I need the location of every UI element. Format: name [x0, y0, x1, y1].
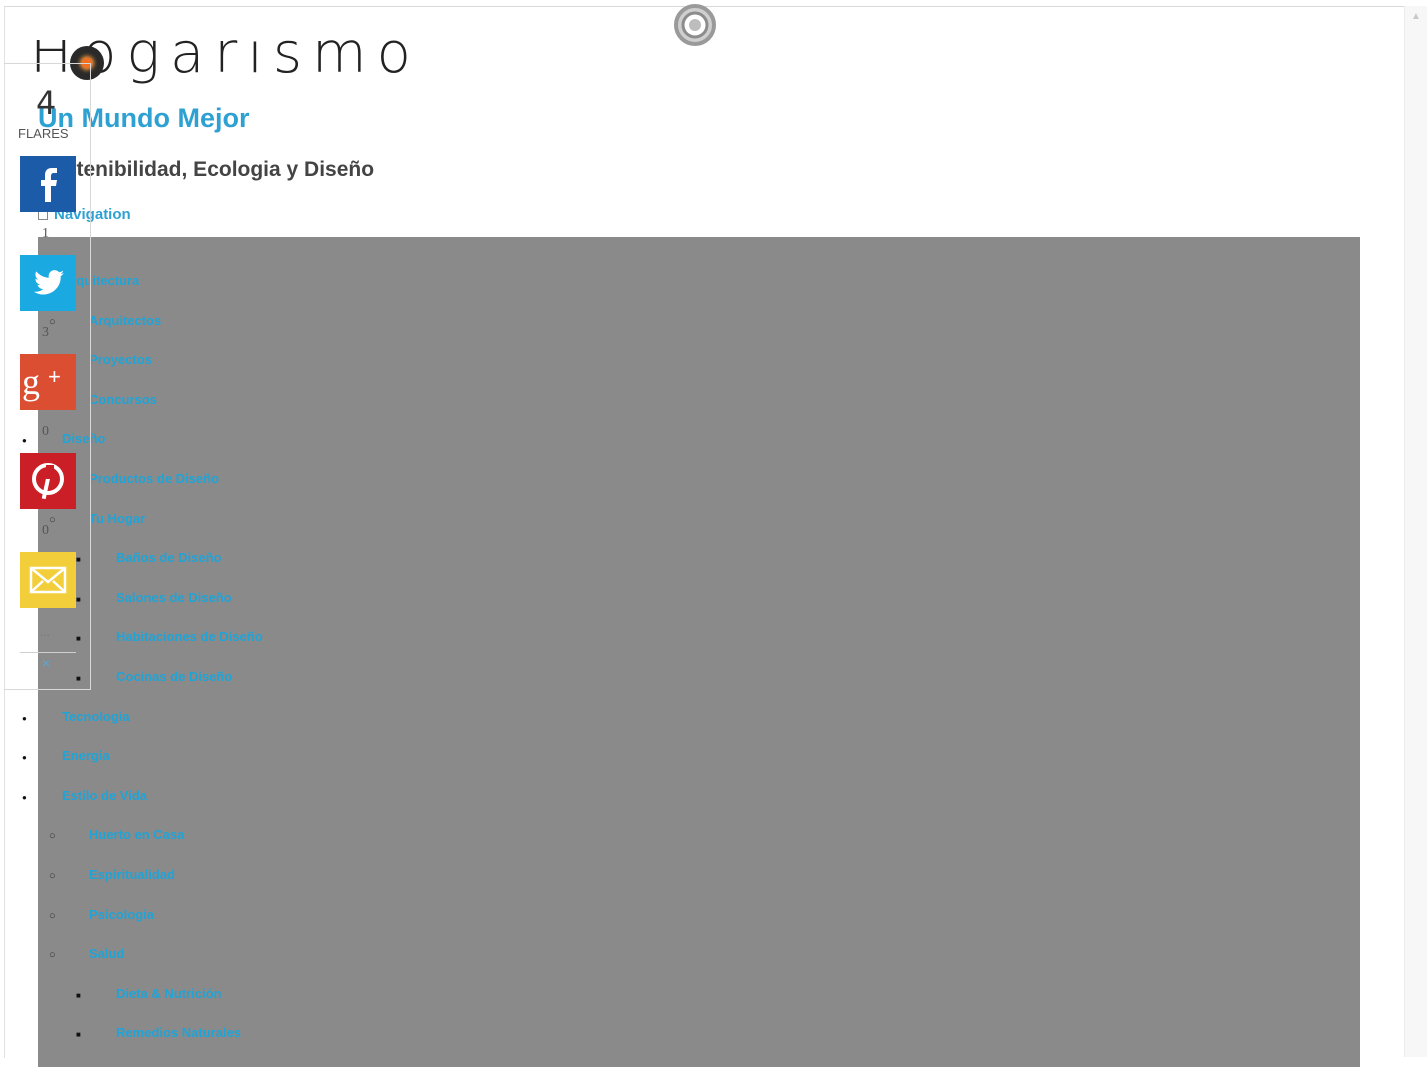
menu-link-psicologia[interactable]: Psicologia: [89, 907, 154, 922]
menu-bullet-icon: [76, 988, 81, 1002]
email-share-button[interactable]: [20, 552, 76, 608]
menu-link-proyectos[interactable]: Proyectos: [89, 352, 152, 367]
menu-link-arquitectos[interactable]: Arquitectos: [89, 313, 161, 328]
menu-link-dieta-nutrición[interactable]: Dieta & Nutrición: [116, 986, 221, 1001]
menu-link-espiritualidad[interactable]: Espiritualidad: [89, 867, 175, 882]
menu-link-cocinas-de-diseño[interactable]: Cocinas de Diseño: [116, 669, 232, 684]
googleplus-share-button[interactable]: g +: [20, 354, 76, 410]
menu-bullet-icon: [49, 829, 56, 842]
twitter-share-count: 3: [42, 325, 49, 340]
menu-link-tu-hogar[interactable]: Tu Hogar: [89, 511, 145, 526]
menu-bullet-icon: [22, 750, 27, 764]
menu-link-estilo-de-vida[interactable]: Estilo de Vida: [62, 788, 147, 803]
menu-bullet-icon: [49, 909, 56, 922]
menu-link-tecnologia[interactable]: Tecnologia: [62, 709, 130, 724]
menu-link-salud[interactable]: Salud: [89, 946, 124, 961]
pinterest-share-count: 0: [42, 523, 49, 538]
flares-count: 4: [36, 84, 57, 122]
pinterest-share-button[interactable]: [20, 453, 76, 509]
facebook-share-count: 1: [42, 226, 49, 241]
share-close-button[interactable]: ×: [42, 655, 50, 671]
menu-bullet-icon: [49, 869, 56, 882]
twitter-share-button[interactable]: [20, 255, 76, 311]
share-divider: [20, 652, 76, 653]
menu-link-huerto-en-casa[interactable]: Huerto en Casa: [89, 827, 184, 842]
menu-link-habitaciones-de-diseño[interactable]: Habitaciones de Diseño: [116, 629, 263, 644]
svg-text:+: +: [48, 364, 61, 389]
menu-bullet-icon: [22, 711, 27, 725]
navigation-menu-panel: [38, 237, 1360, 1067]
googleplus-share-count: 0: [42, 424, 49, 439]
menu-link-productos-de-diseño[interactable]: Productos de Diseño: [89, 471, 219, 486]
flares-label: FLARES: [18, 126, 69, 141]
menu-link-salones-de-diseño[interactable]: Salones de Diseño: [116, 590, 232, 605]
loading-spinner-icon: [674, 4, 716, 46]
svg-text:g: g: [22, 362, 40, 402]
facebook-share-button[interactable]: [20, 156, 76, 212]
menu-bullet-icon: [49, 948, 56, 961]
share-more-button[interactable]: ...: [40, 625, 50, 639]
vertical-scrollbar[interactable]: ▲: [1404, 6, 1427, 1057]
scroll-up-arrow-icon[interactable]: ▲: [1409, 10, 1423, 24]
menu-link-remedios-naturales[interactable]: Remedios Naturales: [116, 1025, 241, 1040]
menu-link-baños-de-diseño[interactable]: Baños de Diseño: [116, 550, 221, 565]
menu-link-energia[interactable]: Energia: [62, 748, 110, 763]
menu-bullet-icon: [22, 790, 27, 804]
menu-link-concursos[interactable]: Concursos: [89, 392, 157, 407]
menu-bullet-icon: [76, 1027, 81, 1041]
